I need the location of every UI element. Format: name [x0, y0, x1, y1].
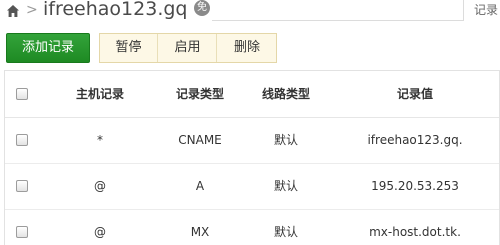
cell-value: ifreehao123.gq.: [367, 133, 463, 147]
pause-button[interactable]: 暂停: [100, 34, 158, 62]
action-button-group: 暂停 启用 删除: [99, 33, 277, 63]
add-record-button[interactable]: 添加记录: [6, 33, 90, 63]
cell-host: @: [94, 179, 106, 193]
records-table: 主机记录 记录类型 线路类型 记录值 * CNAME 默认 ifreehao12…: [4, 70, 500, 245]
breadcrumb: > ifreehao123.gq 免 记录: [0, 0, 500, 26]
select-all-checkbox[interactable]: [16, 88, 28, 100]
toolbar: 添加记录 暂停 启用 删除: [0, 30, 500, 64]
home-icon[interactable]: [6, 3, 20, 17]
records-label[interactable]: 记录: [474, 1, 498, 18]
table-row[interactable]: * CNAME 默认 ifreehao123.gq.: [5, 117, 499, 164]
column-header-value: 记录值: [396, 87, 433, 101]
column-header-host: 主机记录: [75, 87, 124, 101]
title-divider: [212, 20, 464, 21]
row-checkbox[interactable]: [16, 134, 28, 146]
free-badge: 免: [194, 0, 210, 16]
row-checkbox[interactable]: [16, 226, 28, 238]
title-divider-end: [463, 0, 464, 21]
enable-button[interactable]: 启用: [159, 34, 217, 62]
breadcrumb-separator: >: [26, 2, 38, 18]
delete-button[interactable]: 删除: [218, 34, 276, 62]
page-title: ifreehao123.gq: [43, 0, 188, 20]
table-header-row: 主机记录 记录类型 线路类型 记录值: [5, 71, 499, 118]
cell-value: 195.20.53.253: [371, 179, 459, 193]
row-checkbox[interactable]: [16, 180, 28, 192]
table-row[interactable]: @ A 默认 195.20.53.253: [5, 163, 499, 210]
cell-host: *: [97, 133, 103, 147]
